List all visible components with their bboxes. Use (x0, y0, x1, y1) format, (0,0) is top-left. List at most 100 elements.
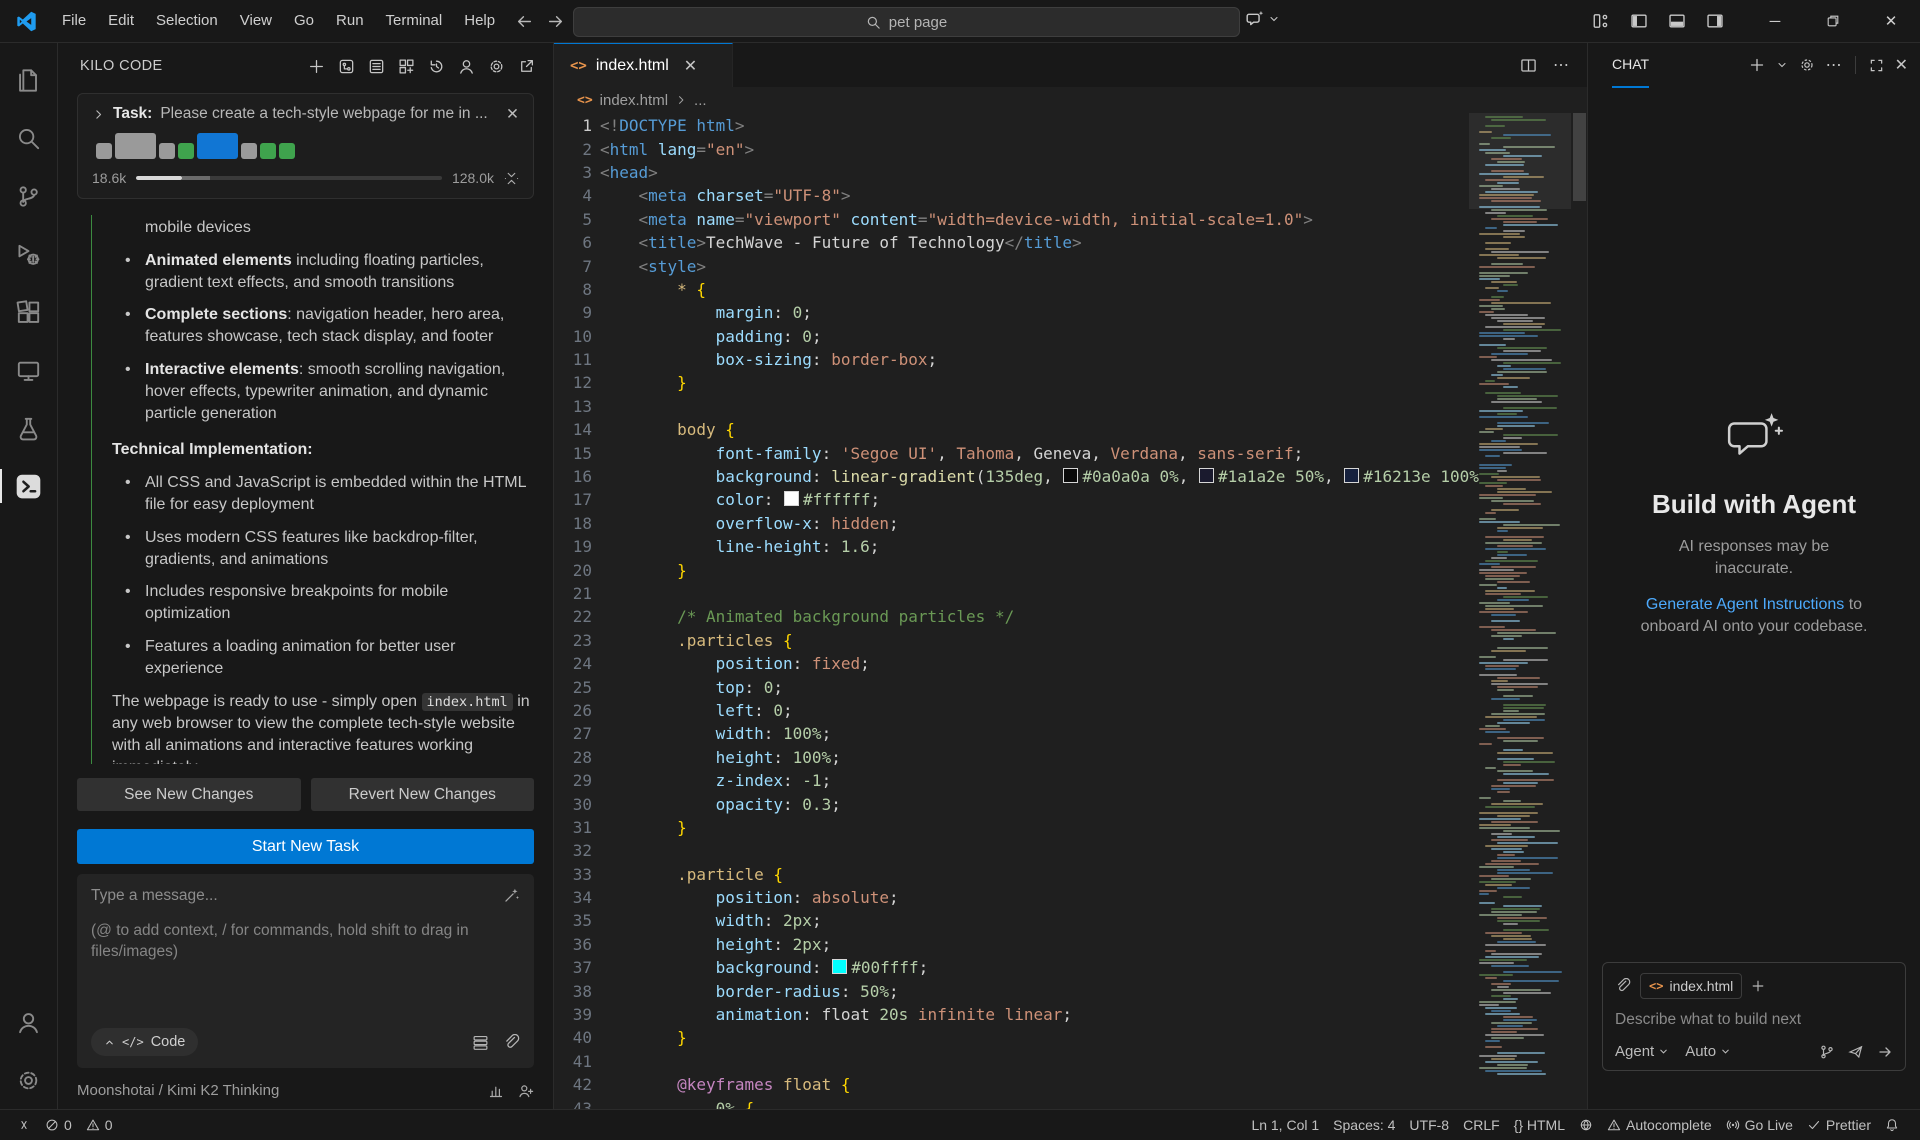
chat-input-box[interactable]: <> index.html Describe what to build nex… (1602, 962, 1906, 1071)
nav-back-icon[interactable] (516, 13, 533, 30)
code-line[interactable]: 40 } (554, 1026, 1481, 1049)
color-swatch[interactable] (832, 959, 847, 974)
activitybar-extensions-icon[interactable] (0, 283, 57, 341)
revert-new-changes-button[interactable]: Revert New Changes (311, 778, 535, 811)
condense-context-icon[interactable] (504, 171, 519, 186)
code-line[interactable]: 13 (554, 395, 1481, 418)
split-editor-icon[interactable] (1520, 57, 1537, 74)
color-swatch[interactable] (1344, 468, 1359, 483)
activitybar-run-debug-icon[interactable] (0, 225, 57, 283)
code-line[interactable]: 14 body { (554, 418, 1481, 441)
account-icon[interactable] (458, 58, 475, 75)
code-line[interactable]: 5 <meta name="viewport" content="width=d… (554, 208, 1481, 231)
start-new-task-button[interactable]: Start New Task (77, 829, 534, 864)
activitybar-testing-icon[interactable] (0, 399, 57, 457)
code-line[interactable]: 28 height: 100%; (554, 746, 1481, 769)
menu-edit[interactable]: Edit (97, 0, 145, 42)
code-line[interactable]: 41 (554, 1050, 1481, 1073)
send-icon[interactable] (1877, 1044, 1893, 1060)
code-line[interactable]: 30 opacity: 0.3; (554, 792, 1481, 815)
warnings-indicator[interactable]: 0 (79, 1110, 120, 1140)
code-line[interactable]: 37 background: #00ffff; (554, 956, 1481, 979)
code-line[interactable]: 32 (554, 839, 1481, 862)
close-panel-icon[interactable]: ✕ (1895, 55, 1908, 75)
code-line[interactable]: 12 } (554, 371, 1481, 394)
language-mode[interactable]: {} HTML (1507, 1110, 1572, 1140)
copilot-menu[interactable] (1246, 9, 1280, 28)
voice-chat-icon[interactable] (1848, 1044, 1864, 1060)
toggle-panel-icon[interactable] (1668, 12, 1686, 30)
code-editor[interactable]: 1<!DOCTYPE html>2<html lang="en">3<head>… (554, 113, 1587, 1109)
see-new-changes-button[interactable]: See New Changes (77, 778, 301, 811)
menu-selection[interactable]: Selection (145, 0, 229, 42)
cursor-position[interactable]: Ln 1, Col 1 (1244, 1110, 1326, 1140)
tab-index-html[interactable]: <> index.html ✕ (554, 43, 733, 87)
activitybar-source-control-icon[interactable] (0, 167, 57, 225)
add-context-icon[interactable] (1751, 979, 1765, 993)
nav-forward-icon[interactable] (547, 13, 564, 30)
history-icon[interactable] (428, 58, 445, 75)
code-line[interactable]: 24 position: fixed; (554, 652, 1481, 675)
code-line[interactable]: 7 <style> (554, 254, 1481, 277)
feedback-icon[interactable] (518, 1083, 534, 1099)
api-provider-icon[interactable] (472, 1034, 489, 1051)
editor-scrollbar[interactable] (1572, 113, 1587, 1109)
toggle-primary-sidebar-icon[interactable] (1630, 12, 1648, 30)
prettier-status[interactable]: Prettier (1800, 1110, 1878, 1140)
chat-more-actions-icon[interactable]: ⋯ (1826, 55, 1842, 75)
code-line[interactable]: 10 padding: 0; (554, 325, 1481, 348)
code-line[interactable]: 38 border-radius: 50%; (554, 979, 1481, 1002)
color-swatch[interactable] (1063, 468, 1078, 483)
chat-message-input[interactable]: Type a message... (@ to add context, / f… (77, 874, 534, 1068)
settings-icon[interactable] (488, 58, 505, 75)
restore-button[interactable] (1804, 0, 1862, 42)
color-swatch[interactable] (1199, 468, 1214, 483)
code-line[interactable]: 35 width: 2px; (554, 909, 1481, 932)
code-line[interactable]: 1<!DOCTYPE html> (554, 114, 1481, 137)
code-line[interactable]: 19 line-height: 1.6; (554, 535, 1481, 558)
minimap[interactable] (1469, 113, 1571, 1109)
enhance-prompt-icon[interactable] (503, 887, 520, 904)
customize-layout-icon[interactable] (1592, 12, 1610, 30)
code-line[interactable]: 3<head> (554, 161, 1481, 184)
code-line[interactable]: 23 .particles { (554, 629, 1481, 652)
code-line[interactable]: 16 background: linear-gradient(135deg, #… (554, 465, 1481, 488)
menu-go[interactable]: Go (283, 0, 325, 42)
tools-icon[interactable] (1819, 1044, 1835, 1060)
activitybar-explorer-icon[interactable] (0, 51, 57, 109)
menu-help[interactable]: Help (453, 0, 506, 42)
breadcrumb-file[interactable]: index.html (600, 92, 668, 109)
command-center-search[interactable]: pet page (573, 7, 1240, 37)
encoding[interactable]: UTF-8 (1402, 1110, 1456, 1140)
task-message-area[interactable]: mobile devices•Animated elements includi… (77, 215, 534, 764)
tab-chat[interactable]: CHAT (1612, 42, 1649, 88)
activitybar-kilo-code-icon[interactable] (0, 457, 57, 515)
maximize-panel-icon[interactable] (1869, 58, 1884, 73)
code-line[interactable]: 15 font-family: 'Segoe UI', Tahoma, Gene… (554, 441, 1481, 464)
task-close-icon[interactable]: ✕ (506, 105, 519, 124)
network-status[interactable] (1572, 1110, 1600, 1140)
color-swatch[interactable] (784, 491, 799, 506)
code-line[interactable]: 25 top: 0; (554, 675, 1481, 698)
mcp-icon[interactable] (338, 58, 355, 75)
new-task-icon[interactable] (308, 58, 325, 75)
prompts-icon[interactable] (368, 58, 385, 75)
eol-sequence[interactable]: CRLF (1456, 1110, 1507, 1140)
menu-file[interactable]: File (51, 0, 97, 42)
code-line[interactable]: 4 <meta charset="UTF-8"> (554, 184, 1481, 207)
code-line[interactable]: 2<html lang="en"> (554, 137, 1481, 160)
breadcrumb-tail[interactable]: ... (694, 92, 707, 109)
activitybar-remote-explorer-icon[interactable] (0, 341, 57, 399)
autocomplete-status[interactable]: Autocomplete (1600, 1110, 1719, 1140)
notifications-bell[interactable] (1878, 1110, 1906, 1140)
code-line[interactable]: 18 overflow-x: hidden; (554, 512, 1481, 535)
more-actions-icon[interactable]: ⋯ (1553, 55, 1569, 75)
attach-file-icon[interactable] (503, 1034, 520, 1051)
breadcrumb[interactable]: <> index.html ... (554, 87, 1587, 113)
code-line[interactable]: 11 box-sizing: border-box; (554, 348, 1481, 371)
chat-settings-gear-icon[interactable] (1799, 57, 1815, 73)
code-line[interactable]: 17 color: #ffffff; (554, 488, 1481, 511)
code-line[interactable]: 21 (554, 582, 1481, 605)
code-line[interactable]: 27 width: 100%; (554, 722, 1481, 745)
task-expand-chevron-icon[interactable] (92, 108, 105, 121)
